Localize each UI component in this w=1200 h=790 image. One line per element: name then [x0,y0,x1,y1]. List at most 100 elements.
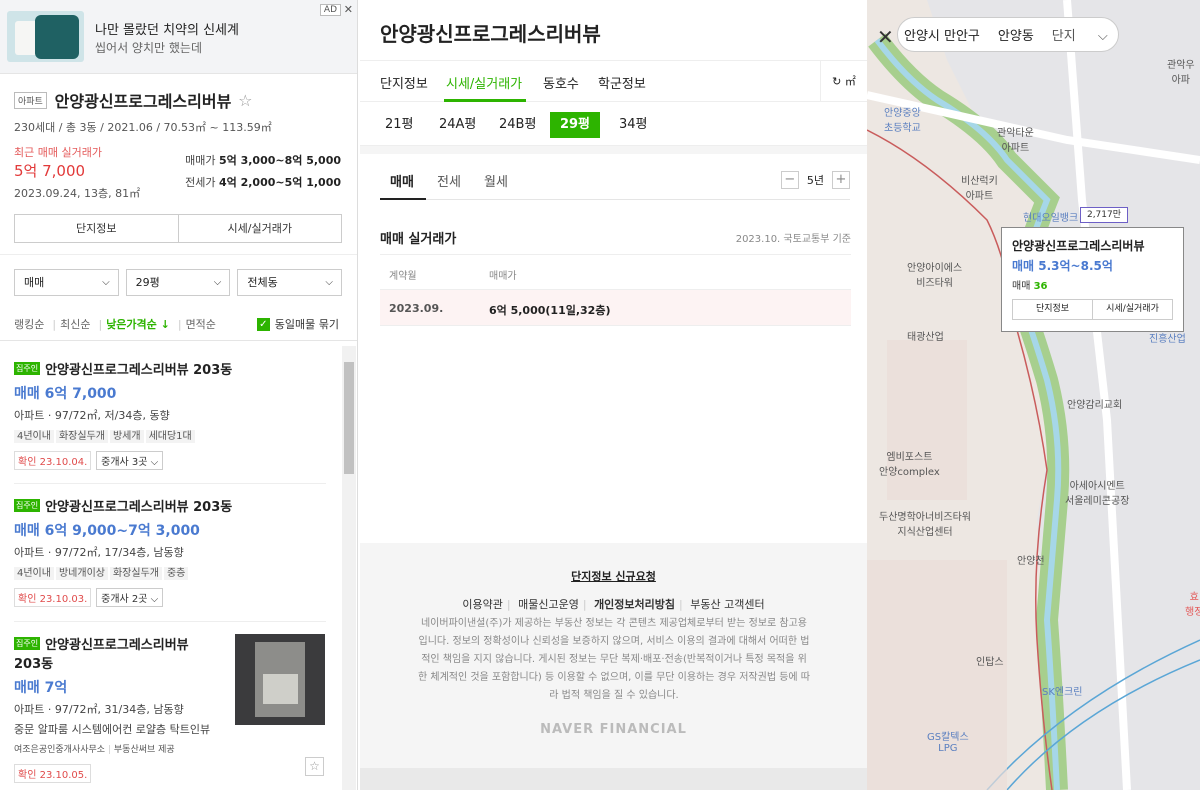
support-link[interactable]: 부동산 고객센터 [690,598,764,611]
sale-price-range: 매매가 5억 3,000~8억 5,000 [185,152,341,168]
report-policy-link[interactable]: 매물신고운영 [518,598,579,611]
detail-panel: 안양광신프로그레스리버뷰 단지정보 시세/실거래가 동호수 학군정보 ↻ ㎡ 2… [360,0,867,790]
listing-name: 안양광신프로그레스리버뷰 203동 [45,500,233,515]
broker-dropdown[interactable]: 중개사 2곳 ⌵ [96,588,164,607]
ad-title[interactable]: 나만 몰랐던 치약의 신세계 [95,19,239,38]
list-item[interactable]: 집주인 안양광신프로그레스리버뷰 203동 매매 6억 7,000 아파트 · 9… [14,359,326,470]
listing-spec: 아파트 · 97/72㎡, 17/34층, 남동향 [14,546,184,559]
sale-label: 매매가 [185,154,216,167]
transaction-table: 계약월 매매가 2023.09. 6억 5,000(11일,32층) [380,254,851,326]
tab-sale[interactable]: 매매 [390,171,414,190]
chevron-down-icon: ⌵ [213,277,222,288]
confirm-date: 확인 23.10.04. [14,451,92,470]
complex-type-tag: 아파트 [14,91,47,109]
map-label-ancheon: 안양천 [1017,556,1045,567]
tab-complex-info[interactable]: 단지정보 [380,73,428,92]
ad-close-icon[interactable]: ✕ [344,3,353,16]
jeonse-label: 전세가 [185,176,216,189]
owner-badge: 집주인 [14,637,41,650]
minus-button[interactable]: − [780,171,799,189]
map-card-price-button[interactable]: 시세/실거래가 [1092,300,1172,319]
sort-latest[interactable]: 최신순 [60,316,90,332]
divider [14,483,326,484]
tab-dong-ho[interactable]: 동호수 [543,73,579,92]
map-card-info-button[interactable]: 단지정보 [1013,300,1092,319]
tab-school[interactable]: 학군정보 [598,73,646,92]
data-source: 2023.10. 국토교통부 기준 [735,234,851,245]
detail-tabs: 단지정보 시세/실거래가 동호수 학군정보 ↻ ㎡ [360,60,867,102]
map-label-intop: 인탑스 [976,657,1004,668]
trade-type-select[interactable]: 매매 ⌵ [14,269,119,296]
favorite-star-icon[interactable]: ☆ [238,91,252,110]
tab-pyeong-21[interactable]: 21평 [377,112,422,138]
terms-link[interactable]: 이용약관 [462,598,502,611]
map-label-doosan: 두산명학아너비즈타워 지식산업센터 [879,512,971,538]
period-value: 5년 [806,174,824,187]
map-label-church: 안양감리교회 [1067,400,1123,411]
sort-low-price[interactable]: 낮은가격순 ↓ [106,316,170,332]
recent-price: 5억 7,000 [14,162,86,180]
tab-pyeong-24b[interactable]: 24B평 [491,112,544,138]
map-card-buttons: 단지정보 시세/실거래가 [1012,299,1173,320]
sort-bar: 랭킹순 | 최신순 | 낮은가격순 ↓ | 면적순 ✓ 동일매물 묶기 [14,316,347,332]
tab-pyeong-29[interactable]: 29평 [550,112,600,138]
jeonse-range: 4억 2,000~5억 1,000 [218,176,341,189]
map-complex-card[interactable]: 안양광신프로그레스리버뷰 매매 5.3억~8.5억 매매 36 단지정보 시세/… [1001,227,1184,332]
footer: 단지정보 신규요청 이용약관 | 매물신고운영 | 개인정보처리방침 | 부동산 고객… [360,543,867,768]
period-control: − 5년 + [780,171,850,189]
col-price: 매매가 [489,271,517,282]
map-card-name: 안양광신프로그레스리버뷰 [1012,239,1145,253]
favorite-star-icon[interactable]: ☆ [305,757,324,776]
chevron-down-icon: ⌵ [325,277,334,288]
listing-tags: 4년이내 방네개이상 화장실두개 중층 [14,564,326,580]
filter-bar: 매매 ⌵ 29평 ⌵ 전체동 ⌵ [14,269,343,296]
scrollbar-thumb[interactable] [344,362,354,474]
listing-photo[interactable] [235,634,325,725]
ad-banner[interactable]: 나만 몰랐던 치약의 신세계 씹어서 양치만 했는데 AD ✕ [0,0,357,74]
tab-pyeong-34[interactable]: 34평 [611,112,656,138]
tab-jeonse[interactable]: 전세 [437,171,461,190]
unit-toggle-button[interactable]: ↻ ㎡ [820,61,867,102]
map-label-gwanak2: 관악우 아파 [1167,60,1195,86]
complex-name: 안양광신프로그레스리버뷰 [54,92,232,111]
crumb-city[interactable]: 안양시 만안구 [904,25,980,44]
list-item[interactable]: 집주인 안양광신프로그레스리버뷰 203동 매매 6억 9,000~7억 3,00… [14,496,326,607]
checkbox-icon[interactable]: ✓ [256,317,270,331]
ad-subtitle: 씹어서 양치만 했는데 [95,41,202,55]
privacy-link[interactable]: 개인정보처리방침 [594,598,675,611]
complex-info-button[interactable]: 단지정보 [15,215,178,242]
map-card-price: 매매 5.3억~8.5억 [1012,259,1113,273]
listing-name: 안양광신프로그레스리버뷰 203동 [45,363,233,378]
map-label-taeyoung: 태광산업 [907,332,944,343]
naver-financial-logo: NAVER FINANCIAL [540,722,687,737]
crumb-dong[interactable]: 안양동 [998,25,1034,44]
map-label-asia: 아세아시멘트 서울레미콘공장 [1065,481,1130,507]
request-new-complex-link[interactable]: 단지정보 신규요청 [360,568,867,584]
group-same-listing-toggle[interactable]: ✓ 동일매물 묶기 [256,316,343,332]
complex-button-group: 단지정보 시세/실거래가 [14,214,342,243]
crumb-complex[interactable]: 단지 ⌵ [1052,25,1108,44]
tab-price[interactable]: 시세/실거래가 [446,73,522,92]
sort-ranking[interactable]: 랭킹순 [14,316,44,332]
plus-button[interactable]: + [832,171,850,189]
scrollbar[interactable] [342,346,356,790]
listing-agent: 여조은공인중개사사무소 | 부동산써브 제공 [14,745,175,755]
map-label-jinheung: 진흥산업 [1149,334,1186,345]
listing-tags: 4년이내 화장실두개 방세개 세대당1대 [14,427,326,443]
price-info-button[interactable]: 시세/실거래가 [177,215,342,242]
row-price: 6억 5,000(11일,32층) [489,304,611,317]
close-map-icon[interactable]: ✕ [877,25,894,49]
broker-dropdown[interactable]: 중개사 3곳 ⌵ [96,451,164,470]
sort-area[interactable]: 면적순 [186,316,216,332]
chevron-down-icon: ⌵ [102,277,110,288]
table-header: 계약월 매매가 [380,254,851,290]
listing-spec: 아파트 · 97/72㎡, 저/34층, 동향 [14,409,170,422]
tab-monthly[interactable]: 월세 [484,171,508,190]
region-breadcrumb[interactable]: 안양시 만안구 안양동 단지 ⌵ [897,17,1119,52]
map-price-marker[interactable]: 2,717만 [1080,207,1128,223]
ad-image[interactable] [7,11,84,62]
tab-pyeong-24a[interactable]: 24A평 [431,112,484,138]
area-select[interactable]: 29평 ⌵ [125,269,231,296]
map[interactable]: ✕ 안양시 만안구 안양동 단지 ⌵ 안양중앙 초등학교 관악타운 아파트 관악… [867,0,1200,790]
dong-select[interactable]: 전체동 ⌵ [237,269,343,296]
